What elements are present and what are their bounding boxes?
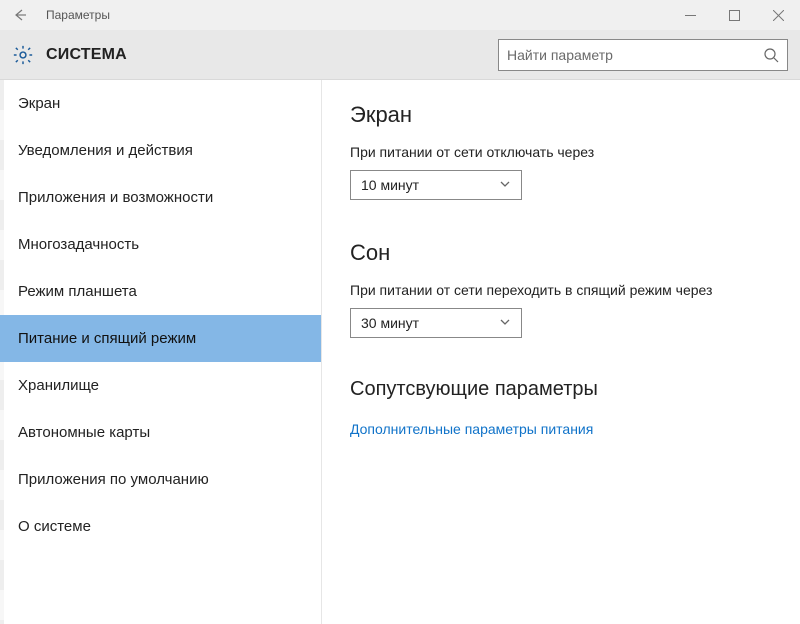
additional-power-settings-link[interactable]: Дополнительные параметры питания — [350, 421, 593, 437]
sidebar-item-7[interactable]: Автономные карты — [0, 409, 321, 456]
sidebar-item-8[interactable]: Приложения по умолчанию — [0, 456, 321, 503]
sidebar-item-label: Многозадачность — [18, 236, 139, 253]
search-box[interactable] — [498, 39, 788, 71]
sleep-label: При питании от сети переходить в спящий … — [350, 282, 772, 298]
search-icon — [763, 47, 779, 63]
screen-off-value: 10 минут — [361, 177, 419, 193]
minimize-icon — [685, 10, 696, 21]
sidebar-item-5[interactable]: Питание и спящий режим — [0, 315, 321, 362]
back-button[interactable] — [0, 0, 40, 30]
sidebar-item-label: Автономные карты — [18, 424, 150, 441]
maximize-icon — [729, 10, 740, 21]
related-heading: Сопутсвующие параметры — [350, 378, 772, 401]
search-input[interactable] — [507, 47, 763, 63]
body: Экран Уведомления и действия Приложения и … — [0, 80, 800, 624]
screen-off-label: При питании от сети отключать через — [350, 144, 772, 160]
header: СИСТЕМА — [0, 30, 800, 80]
close-button[interactable] — [756, 0, 800, 30]
sidebar-item-label: О системе — [18, 518, 91, 535]
sidebar-item-label: Хранилище — [18, 377, 99, 394]
sidebar-item-label: Приложения и возможности — [18, 189, 213, 206]
sidebar-item-2[interactable]: Приложения и возможности — [0, 174, 321, 221]
chevron-down-icon — [499, 177, 511, 193]
close-icon — [773, 10, 784, 21]
sidebar-item-0[interactable]: Экран — [0, 80, 321, 127]
minimize-button[interactable] — [668, 0, 712, 30]
content: Экран При питании от сети отключать чере… — [322, 80, 800, 624]
sidebar-item-6[interactable]: Хранилище — [0, 362, 321, 409]
section-title: СИСТЕМА — [46, 46, 127, 64]
sidebar-item-9[interactable]: О системе — [0, 503, 321, 550]
screen-off-select[interactable]: 10 минут — [350, 170, 522, 200]
sleep-value: 30 минут — [361, 315, 419, 331]
sidebar-item-label: Режим планшета — [18, 283, 137, 300]
chevron-down-icon — [499, 315, 511, 331]
sidebar-item-4[interactable]: Режим планшета — [0, 268, 321, 315]
sidebar: Экран Уведомления и действия Приложения и … — [0, 80, 322, 624]
sidebar-item-1[interactable]: Уведомления и действия — [0, 127, 321, 174]
sidebar-item-label: Экран — [18, 95, 60, 112]
sidebar-item-label: Уведомления и действия — [18, 142, 193, 159]
sleep-heading: Сон — [350, 240, 772, 266]
sleep-select[interactable]: 30 минут — [350, 308, 522, 338]
sidebar-item-3[interactable]: Многозадачность — [0, 221, 321, 268]
window-title: Параметры — [40, 8, 110, 22]
arrow-left-icon — [12, 7, 28, 23]
sidebar-item-label: Питание и спящий режим — [18, 330, 196, 347]
maximize-button[interactable] — [712, 0, 756, 30]
titlebar: Параметры — [0, 0, 800, 30]
screen-heading: Экран — [350, 102, 772, 128]
sidebar-item-label: Приложения по умолчанию — [18, 471, 209, 488]
gear-icon — [12, 44, 34, 66]
